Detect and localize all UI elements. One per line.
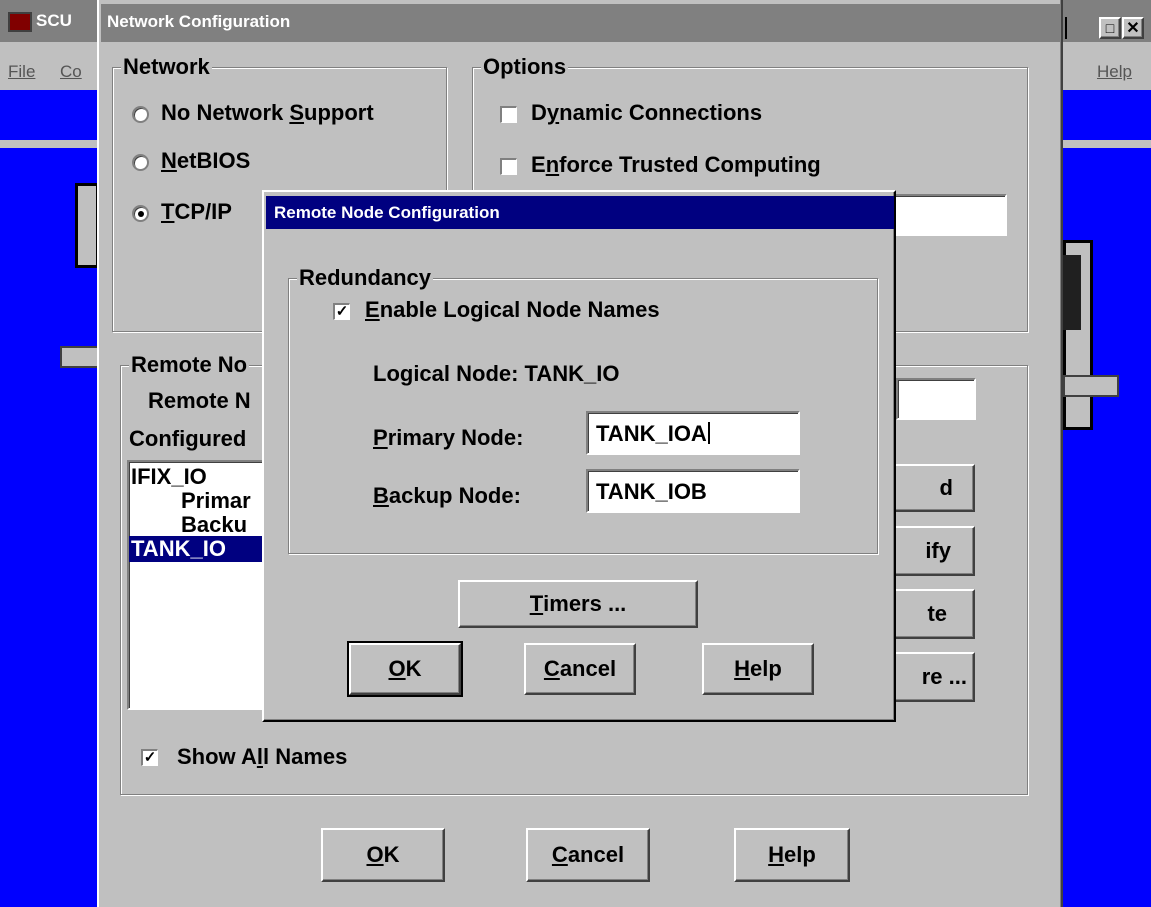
- text-caret: [707, 422, 710, 444]
- minimize-edge: [1065, 17, 1085, 39]
- list-item[interactable]: Primar: [181, 488, 251, 514]
- timers-button[interactable]: Timers ...: [458, 580, 698, 628]
- remote-node-name-label: Remote N: [148, 388, 251, 413]
- cancel-button[interactable]: Cancel: [526, 828, 650, 882]
- remote-node-configuration-title: Remote Node Configuration: [266, 196, 894, 229]
- list-item[interactable]: IFIX_IO: [131, 464, 207, 490]
- backup-node-input[interactable]: TANK_IOB: [586, 469, 800, 513]
- primary-node-input[interactable]: TANK_IOA: [586, 411, 800, 455]
- radio-netbios[interactable]: [132, 154, 149, 171]
- options-group-label: Options: [481, 54, 569, 80]
- remote-ok-button[interactable]: OK: [347, 641, 463, 697]
- computer-icon-left: [75, 183, 99, 268]
- checkbox-enable-logical-names[interactable]: ✓: [333, 303, 350, 320]
- label-dynamic-connections[interactable]: Dynamic Connections: [531, 100, 762, 126]
- help-button[interactable]: Help: [734, 828, 850, 882]
- remote-node-configuration-dialog: Remote Node Configuration Redundancy ✓ E…: [262, 190, 896, 722]
- remote-cancel-button[interactable]: Cancel: [524, 643, 636, 695]
- scu-app-icon: [8, 12, 32, 32]
- checkbox-show-all-names[interactable]: ✓: [141, 749, 158, 766]
- primary-node-label: Primary Node:: [373, 425, 524, 450]
- label-enforce-trusted[interactable]: Enforce Trusted Computing: [531, 152, 821, 178]
- redundancy-group-label: Redundancy: [297, 265, 434, 291]
- computer-drive-right: [1063, 375, 1119, 397]
- delete-button[interactable]: te: [893, 589, 975, 639]
- backup-node-label: Backup Node:: [373, 483, 521, 508]
- modify-button[interactable]: ify: [893, 526, 975, 576]
- radio-no-network[interactable]: [132, 106, 149, 123]
- maximize-button[interactable]: □: [1099, 17, 1121, 39]
- ok-button[interactable]: OK: [321, 828, 445, 882]
- list-item-selected[interactable]: TANK_IO: [129, 536, 265, 562]
- label-tcpip[interactable]: TCP/IP: [161, 199, 232, 225]
- label-no-network[interactable]: No Network Support: [161, 100, 374, 126]
- remote-help-button[interactable]: Help: [702, 643, 814, 695]
- redundancy-group: Redundancy ✓ Enable Logical Node Names L…: [288, 265, 878, 554]
- menu-co[interactable]: Co: [60, 62, 82, 82]
- scu-title-text: SCU: [36, 11, 72, 30]
- computer-screen-right: [1063, 255, 1081, 330]
- checkbox-enforce-trusted[interactable]: [500, 158, 517, 175]
- menu-help[interactable]: Help: [1097, 62, 1132, 82]
- more-button[interactable]: re ...: [893, 652, 975, 702]
- menu-file[interactable]: File: [8, 62, 35, 82]
- close-button[interactable]: ✕: [1122, 17, 1144, 39]
- options-text-field[interactable]: [893, 194, 1007, 236]
- network-configuration-title: Network Configuration: [101, 4, 1061, 42]
- remote-node-name-input[interactable]: [896, 378, 976, 420]
- list-item[interactable]: Backu: [181, 512, 247, 538]
- radio-tcpip[interactable]: [132, 205, 149, 222]
- network-group-label: Network: [121, 54, 212, 80]
- label-netbios[interactable]: NetBIOS: [161, 148, 250, 174]
- configured-nodes-list[interactable]: IFIX_IO Primar Backu TANK_IO: [127, 460, 267, 710]
- computer-drive-left: [60, 346, 100, 368]
- remote-side-button-1[interactable]: d: [893, 464, 975, 512]
- remote-nodes-group-label: Remote No: [129, 352, 250, 378]
- checkbox-dynamic-connections[interactable]: [500, 106, 517, 123]
- label-show-all-names[interactable]: Show All Names: [177, 744, 347, 770]
- logical-node-text: Logical Node: TANK_IO: [373, 361, 620, 386]
- label-enable-logical-names[interactable]: Enable Logical Node Names: [365, 297, 660, 323]
- configured-nodes-label: Configured: [129, 426, 247, 451]
